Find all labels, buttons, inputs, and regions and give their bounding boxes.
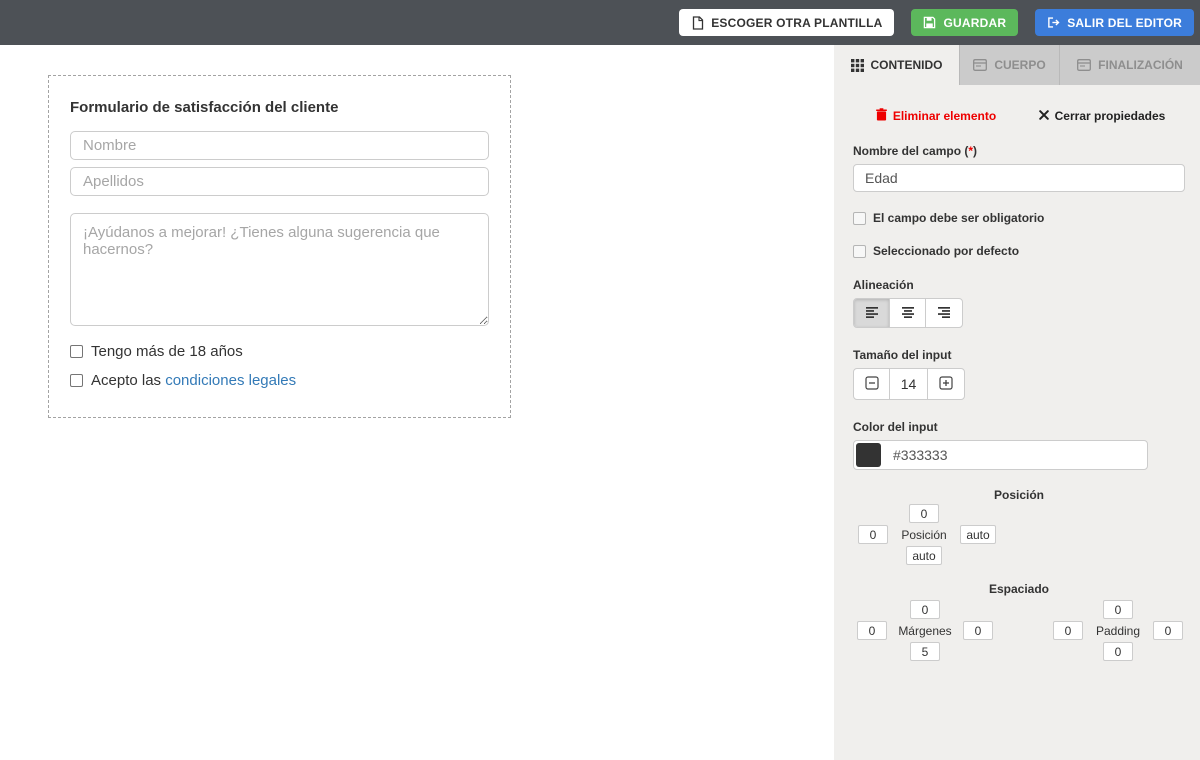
margin-top-input[interactable] [910,600,940,619]
tab-cuerpo[interactable]: CUERPO [960,45,1060,85]
default-selected-checkbox-row: Seleccionado por defecto [853,244,1185,258]
plus-square-icon [939,376,953,393]
tab-contenido[interactable]: CONTENIDO [834,45,960,85]
required-checkbox-row: El campo debe ser obligatorio [853,211,1185,225]
required-checkbox[interactable] [853,212,866,225]
close-properties-label: Cerrar propiedades [1055,109,1166,123]
form-title: Formulario de satisfacción del cliente [70,99,489,116]
input-size-label: Tamaño del input [853,348,1185,362]
exit-editor-label: SALIR DEL EDITOR [1067,16,1182,30]
align-center-icon [901,306,915,321]
size-decrease-button[interactable] [854,369,890,399]
panel-icon [1077,59,1091,71]
sidebar-tabs: CONTENIDO CUERPO FINALIZACIÓN [834,45,1200,85]
form-checkbox-row-age: Tengo más de 18 años [70,343,489,360]
padding-cross: Padding [1053,600,1183,661]
choose-template-label: ESCOGER OTRA PLANTILLA [711,16,882,30]
size-increase-button[interactable] [928,369,964,399]
delete-element-button[interactable]: Eliminar elemento [853,108,1019,124]
position-center-label: Posición [901,528,946,542]
properties-sidebar: CONTENIDO CUERPO FINALIZACIÓN [834,45,1200,760]
field-name-text: Nombre del campo [853,144,961,158]
age-checkbox[interactable] [70,345,83,358]
spacing-header: Espaciado [853,582,1185,596]
save-icon [923,16,936,29]
properties-panel: Eliminar elemento Cerrar propiedades Nom… [834,85,1200,661]
file-icon [691,16,704,30]
color-swatch[interactable] [856,443,881,467]
size-value[interactable]: 14 [890,369,928,399]
default-selected-checkbox-label: Seleccionado por defecto [873,244,1019,258]
alignment-label: Alineación [853,278,1185,292]
margin-right-input[interactable] [963,621,993,640]
align-right-button[interactable] [926,299,962,327]
form-field-nombre[interactable] [70,131,489,160]
save-button[interactable]: GUARDAR [911,9,1018,36]
spacing-row: Márgenes Padding [853,598,1185,661]
tab-contenido-label: CONTENIDO [871,58,943,72]
form-checkbox-row-terms: Acepto las condiciones legales [70,372,489,389]
legal-conditions-link[interactable]: condiciones legales [165,372,296,389]
input-color-field [853,440,1148,470]
padding-right-input[interactable] [1153,621,1183,640]
align-left-icon [865,306,879,321]
position-bottom-input[interactable] [906,546,942,565]
margin-left-input[interactable] [857,621,887,640]
padding-bottom-input[interactable] [1103,642,1133,661]
margins-label: Márgenes [898,624,951,638]
align-center-button[interactable] [890,299,926,327]
form-field-sugerencia[interactable] [70,213,489,326]
input-color-label: Color del input [853,420,1185,434]
align-left-button[interactable] [854,299,890,327]
required-checkbox-label: El campo debe ser obligatorio [873,211,1044,225]
form-field-apellidos[interactable] [70,167,489,196]
position-top-input[interactable] [909,504,939,523]
tab-finalizacion[interactable]: FINALIZACIÓN [1060,45,1200,85]
padding-label: Padding [1096,624,1140,638]
input-size-group: 14 [853,368,965,400]
field-name-input[interactable] [853,164,1185,192]
position-left-input[interactable] [858,525,888,544]
tab-cuerpo-label: CUERPO [994,58,1045,72]
position-right-input[interactable] [960,525,996,544]
topbar: ESCOGER OTRA PLANTILLA GUARDAR SALIR DEL… [0,0,1200,45]
padding-left-input[interactable] [1053,621,1083,640]
main-area: Formulario de satisfacción del cliente T… [0,45,1200,760]
close-properties-button[interactable]: Cerrar propiedades [1019,108,1185,124]
exit-editor-button[interactable]: SALIR DEL EDITOR [1035,9,1194,36]
trash-icon [876,108,887,124]
default-selected-checkbox[interactable] [853,245,866,258]
padding-top-input[interactable] [1103,600,1133,619]
terms-checkbox-label: Acepto las condiciones legales [91,372,296,389]
alignment-group [853,298,963,328]
margin-bottom-input[interactable] [910,642,940,661]
position-header: Posición [853,488,1185,502]
terms-label-prefix: Acepto las [91,372,161,389]
close-icon [1039,109,1049,123]
panel-icon [973,59,987,71]
margins-cross: Márgenes [857,600,993,661]
position-cross: Posición [858,504,996,565]
form-preview-container[interactable]: Formulario de satisfacción del cliente T… [48,75,511,418]
tab-finalizacion-label: FINALIZACIÓN [1098,58,1183,72]
required-mark: (*) [964,144,977,158]
grid-icon [851,59,864,72]
save-label: GUARDAR [943,16,1006,30]
sign-out-icon [1047,16,1060,29]
age-checkbox-label: Tengo más de 18 años [91,343,243,360]
required-close: ) [973,144,977,158]
editor-canvas: Formulario de satisfacción del cliente T… [0,45,834,760]
field-name-label: Nombre del campo (*) [853,144,1185,158]
color-value-input[interactable] [891,446,1145,464]
align-right-icon [937,306,951,321]
terms-checkbox[interactable] [70,374,83,387]
panel-actions: Eliminar elemento Cerrar propiedades [853,108,1185,124]
minus-square-icon [865,376,879,393]
delete-element-label: Eliminar elemento [893,109,996,123]
choose-template-button[interactable]: ESCOGER OTRA PLANTILLA [679,9,894,36]
